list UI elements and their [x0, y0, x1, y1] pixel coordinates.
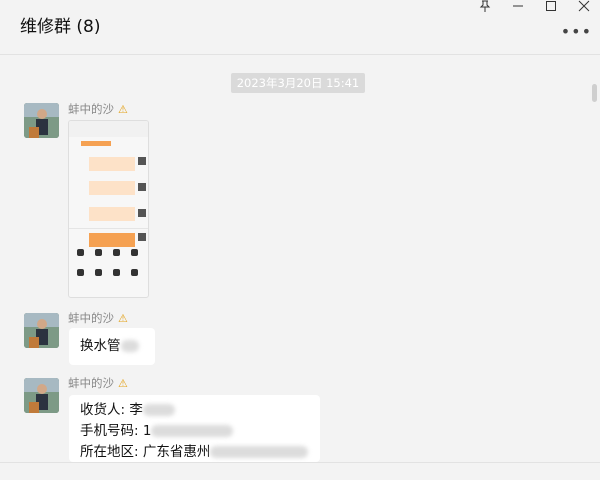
thumb-avatar [138, 157, 146, 165]
thumb-status-bar [69, 121, 148, 137]
input-toolbar [0, 462, 600, 480]
redacted-text [210, 446, 309, 458]
thumb-bubble [89, 181, 135, 195]
thumb-icon [77, 269, 84, 276]
thumb-icon [113, 249, 120, 256]
text-message[interactable]: 收货人: 李 手机号码: 1 所在地区: 广东省惠州 [69, 395, 320, 462]
thumb-bar [81, 141, 111, 146]
warning-icon: ⚠ [118, 377, 128, 390]
thumb-avatar [138, 209, 146, 217]
message-line: 所在地区: 广东省惠州 [80, 442, 309, 463]
maximize-icon[interactable] [545, 0, 557, 14]
sender-name: 蚌中的沙 ⚠ [68, 102, 128, 116]
avatar[interactable] [24, 313, 59, 348]
text-message[interactable]: 换水管 [69, 328, 155, 365]
message-line: 手机号码: 1 [80, 421, 308, 442]
minimize-icon[interactable] [512, 0, 524, 14]
thumb-icon [95, 249, 102, 256]
thumb-icon [95, 269, 102, 276]
message-timestamp: 2023年3月20日 15:41 [231, 73, 365, 93]
thumb-bubble [89, 207, 135, 221]
thumb-icon [131, 269, 138, 276]
sender-name: 蚌中的沙 ⚠ [68, 311, 128, 325]
message-line: 收货人: 李 [80, 400, 308, 421]
thumb-icon [77, 249, 84, 256]
scrollbar[interactable] [592, 84, 597, 102]
chat-header: 维修群 (8) ••• [0, 0, 600, 55]
thumb-icon [113, 269, 120, 276]
warning-icon: ⚠ [118, 312, 128, 325]
warning-icon: ⚠ [118, 103, 128, 116]
thumb-bubble [89, 157, 135, 171]
avatar[interactable] [24, 378, 59, 413]
more-dots-icon[interactable]: ••• [561, 22, 592, 41]
thumb-avatar [138, 183, 146, 191]
redacted-text [120, 340, 139, 352]
message-text: 换水管 [80, 338, 121, 354]
thumb-icon [131, 249, 138, 256]
chat-title: 维修群 (8) [20, 17, 101, 37]
avatar[interactable] [24, 103, 59, 138]
redacted-text [142, 404, 175, 416]
pin-icon[interactable] [479, 0, 491, 14]
sender-name: 蚌中的沙 ⚠ [68, 376, 128, 390]
thumb-toolbar [69, 228, 148, 239]
close-icon[interactable] [578, 0, 590, 14]
redacted-text [151, 425, 234, 437]
image-message[interactable] [68, 120, 149, 298]
